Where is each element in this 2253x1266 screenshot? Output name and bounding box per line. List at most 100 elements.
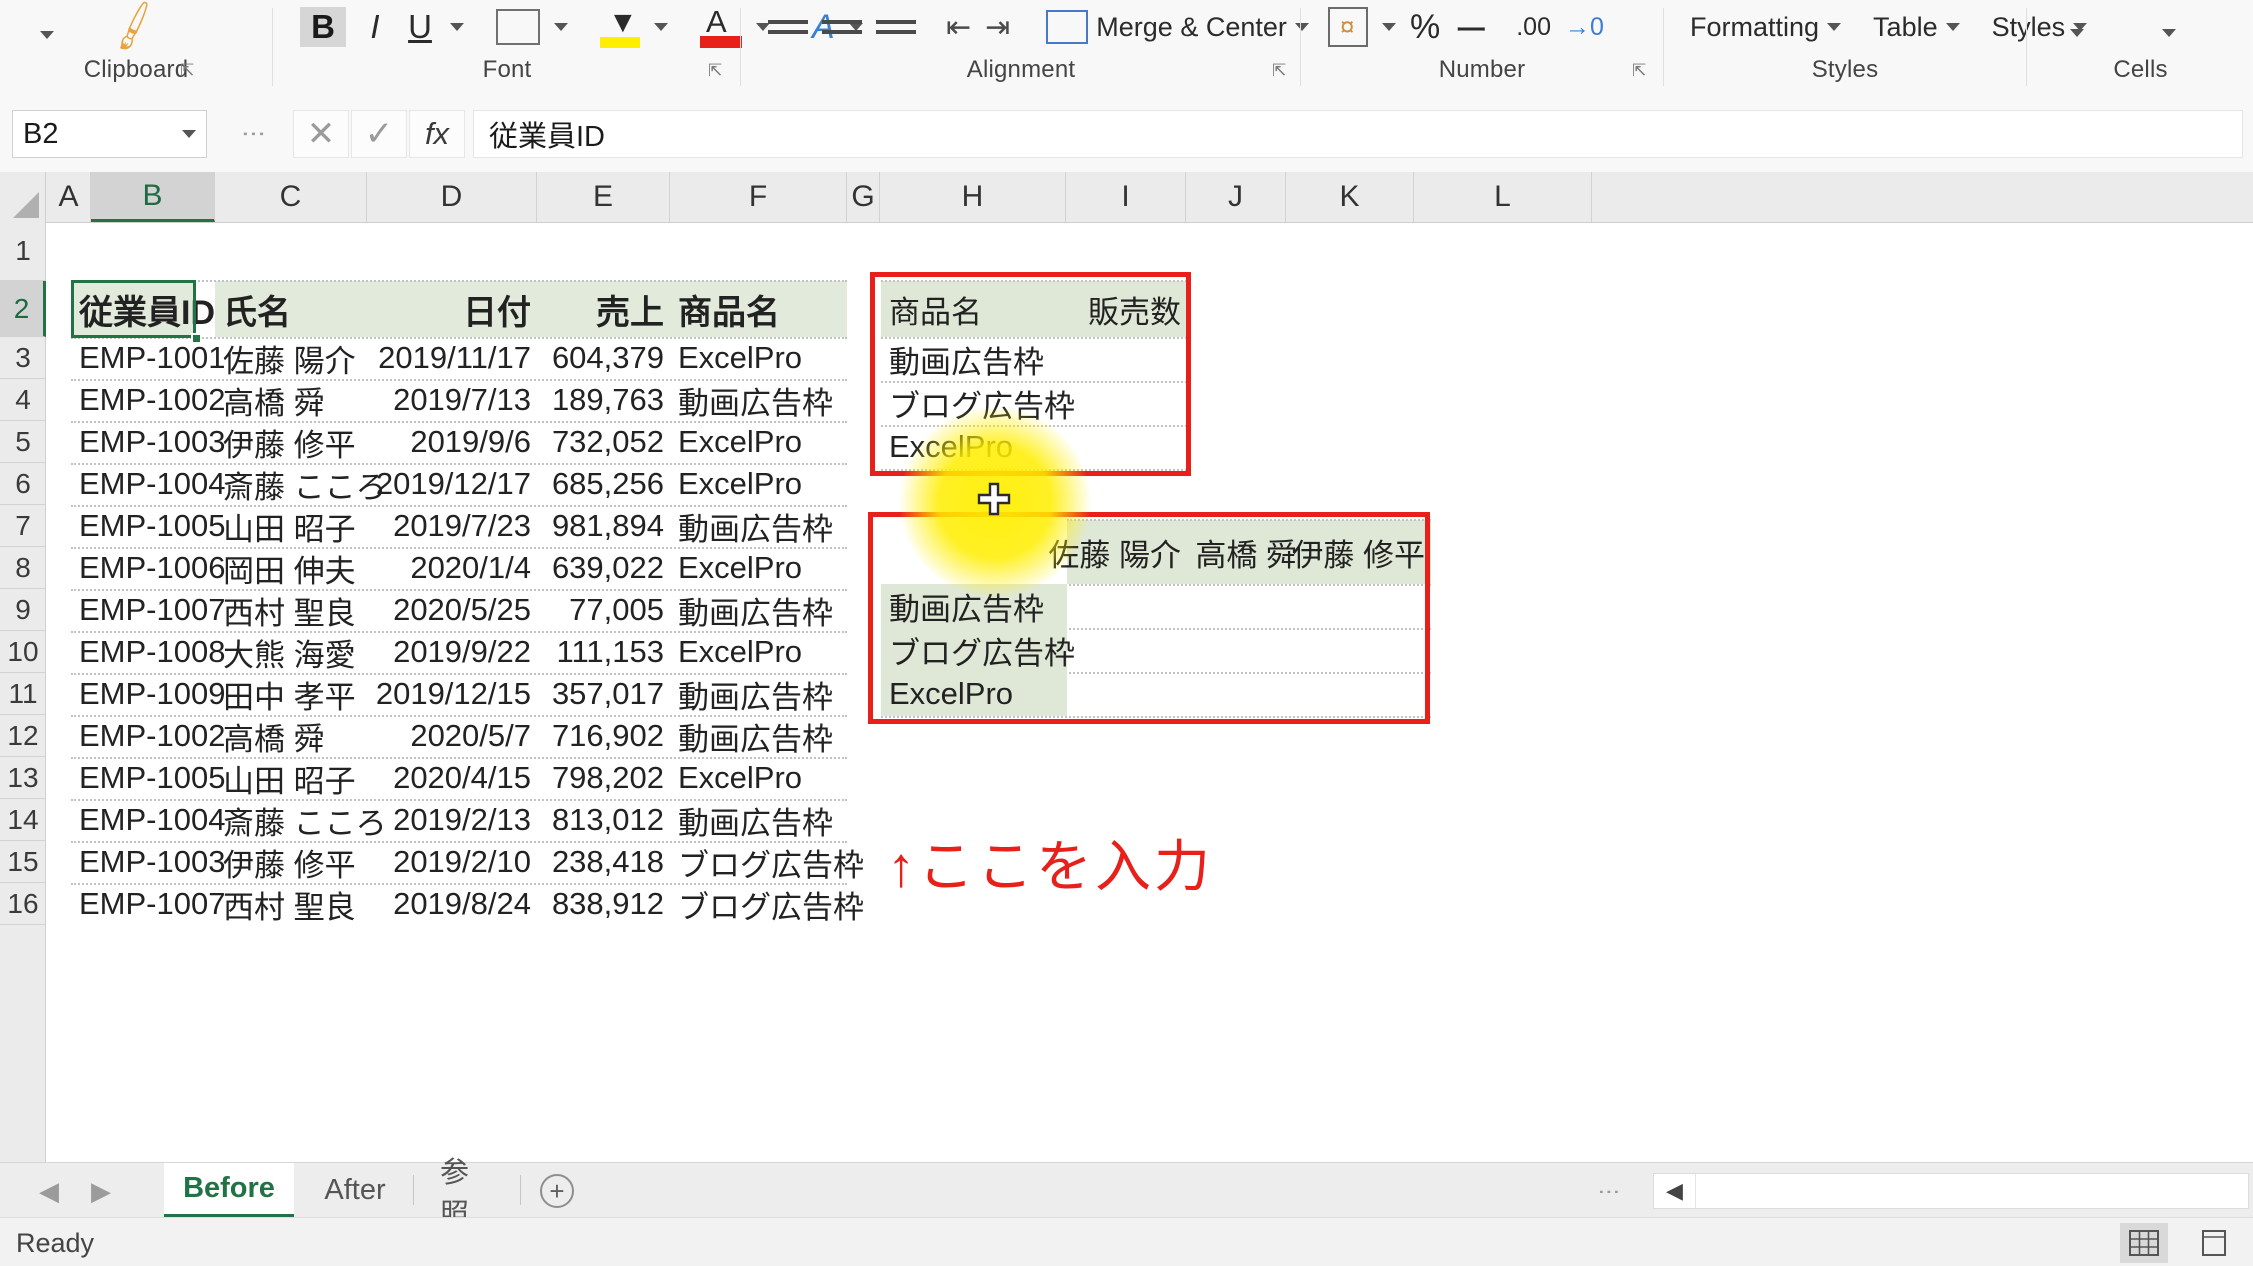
cell-D7[interactable]: 2019/7/23 xyxy=(367,505,537,547)
cell-F7[interactable]: 動画広告枠 xyxy=(670,505,860,547)
cell-C11[interactable]: 田中 孝平 xyxy=(215,673,367,715)
cell-F10[interactable]: ExcelPro xyxy=(670,631,860,673)
cell-D3[interactable]: 2019/11/17 xyxy=(367,337,537,379)
cell-E3[interactable]: 604,379 xyxy=(537,337,670,379)
select-all-corner-button[interactable] xyxy=(0,172,46,222)
name-box-dropdown-icon[interactable] xyxy=(182,130,196,138)
row-header-7[interactable]: 7 xyxy=(0,505,46,547)
sheet-tab-after[interactable]: After xyxy=(300,1163,410,1218)
cell-D4[interactable]: 2019/7/13 xyxy=(367,379,537,421)
summary2-row-header-2[interactable]: ExcelPro xyxy=(881,672,1067,716)
column-header-C[interactable]: C xyxy=(215,172,367,222)
cell-E12[interactable]: 716,902 xyxy=(537,715,670,757)
cell-F3[interactable]: ExcelPro xyxy=(670,337,860,379)
cell-B9[interactable]: EMP-1007 xyxy=(71,589,225,631)
cell-C2[interactable]: 氏名 xyxy=(215,281,367,337)
summary2-col-header-2[interactable]: 伊藤 修平 xyxy=(1292,520,1431,584)
summary1-header-count[interactable]: 販売数 xyxy=(1067,281,1187,337)
page-layout-view-button[interactable] xyxy=(2190,1223,2238,1263)
cell-C10[interactable]: 大熊 海愛 xyxy=(215,631,367,673)
cell-D14[interactable]: 2019/2/13 xyxy=(367,799,537,841)
clipboard-dialog-launcher-icon[interactable]: ⇱ xyxy=(180,62,198,80)
cell-B7[interactable]: EMP-1005 xyxy=(71,505,225,547)
cell-F4[interactable]: 動画広告枠 xyxy=(670,379,860,421)
cell-D12[interactable]: 2020/5/7 xyxy=(367,715,537,757)
cell-B5[interactable]: EMP-1003 xyxy=(71,421,225,463)
summary2-cell-1-0[interactable] xyxy=(1067,628,1187,672)
font-dialog-launcher-icon[interactable]: ⇱ xyxy=(708,62,726,80)
sheet-tab-sanshou[interactable]: 参照 xyxy=(418,1157,518,1231)
cell-E13[interactable]: 798,202 xyxy=(537,757,670,799)
cell-E6[interactable]: 685,256 xyxy=(537,463,670,505)
cell-E10[interactable]: 111,153 xyxy=(537,631,670,673)
column-header-E[interactable]: E xyxy=(537,172,670,222)
column-header-D[interactable]: D xyxy=(367,172,537,222)
summary2-cell-2-0[interactable] xyxy=(1067,672,1187,716)
row-header-11[interactable]: 11 xyxy=(0,673,46,715)
summary2-corner[interactable] xyxy=(881,520,1067,584)
summary1-row-0-count[interactable] xyxy=(1067,337,1187,381)
summary2-cell-1-2[interactable] xyxy=(1303,628,1431,672)
name-box[interactable]: B2 xyxy=(12,110,207,158)
fill-handle[interactable] xyxy=(191,333,202,344)
column-header-I[interactable]: I xyxy=(1066,172,1186,222)
column-header-B[interactable]: B xyxy=(91,172,215,222)
next-sheet-button[interactable]: ▶ xyxy=(86,1176,116,1206)
column-header-K[interactable]: K xyxy=(1286,172,1414,222)
summary1-header-product[interactable]: 商品名 xyxy=(881,281,1067,337)
cell-E5[interactable]: 732,052 xyxy=(537,421,670,463)
cell-C4[interactable]: 高橋 舜 xyxy=(215,379,367,421)
row-header-13[interactable]: 13 xyxy=(0,757,46,799)
summary1-row-2-product[interactable]: ExcelPro xyxy=(881,425,1067,469)
summary2-cell-2-1[interactable] xyxy=(1187,672,1303,716)
cell-C8[interactable]: 岡田 伸夫 xyxy=(215,547,367,589)
cell-F14[interactable]: 動画広告枠 xyxy=(670,799,860,841)
cell-F2[interactable]: 商品名 xyxy=(670,281,847,337)
formula-bar-grip[interactable]: ⋮ xyxy=(240,122,267,146)
cell-F15[interactable]: ブログ広告枠 xyxy=(670,841,880,883)
column-header-A[interactable]: A xyxy=(47,172,91,222)
cell-B6[interactable]: EMP-1004 xyxy=(71,463,225,505)
cell-C16[interactable]: 西村 聖良 xyxy=(215,883,367,925)
cell-B15[interactable]: EMP-1003 xyxy=(71,841,225,883)
cell-C5[interactable]: 伊藤 修平 xyxy=(215,421,367,463)
cell-D5[interactable]: 2019/9/6 xyxy=(367,421,537,463)
cell-B12[interactable]: EMP-1002 xyxy=(71,715,225,757)
cell-D8[interactable]: 2020/1/4 xyxy=(367,547,537,589)
cell-D6[interactable]: 2019/12/17 xyxy=(367,463,537,505)
cell-B11[interactable]: EMP-1009 xyxy=(71,673,225,715)
row-header-2[interactable]: 2 xyxy=(0,281,46,337)
cell-F13[interactable]: ExcelPro xyxy=(670,757,860,799)
number-dialog-launcher-icon[interactable]: ⇱ xyxy=(1632,62,1650,80)
cell-B8[interactable]: EMP-1006 xyxy=(71,547,225,589)
row-header-12[interactable]: 12 xyxy=(0,715,46,757)
cell-E7[interactable]: 981,894 xyxy=(537,505,670,547)
cell-C13[interactable]: 山田 昭子 xyxy=(215,757,367,799)
cell-D13[interactable]: 2020/4/15 xyxy=(367,757,537,799)
cell-D10[interactable]: 2019/9/22 xyxy=(367,631,537,673)
cell-F6[interactable]: ExcelPro xyxy=(670,463,860,505)
cell-D11[interactable]: 2019/12/15 xyxy=(367,673,537,715)
row-header-10[interactable]: 10 xyxy=(0,631,46,673)
cell-B16[interactable]: EMP-1007 xyxy=(71,883,225,925)
cell-F12[interactable]: 動画広告枠 xyxy=(670,715,860,757)
add-sheet-button[interactable]: + xyxy=(540,1174,574,1208)
column-header-G[interactable]: G xyxy=(847,172,880,222)
cell-F11[interactable]: 動画広告枠 xyxy=(670,673,860,715)
cell-E9[interactable]: 77,005 xyxy=(537,589,670,631)
cell-D16[interactable]: 2019/8/24 xyxy=(367,883,537,925)
summary2-cell-0-1[interactable] xyxy=(1187,584,1303,628)
cell-B3[interactable]: EMP-1001 xyxy=(71,337,225,379)
summary2-cell-1-1[interactable] xyxy=(1187,628,1303,672)
row-header-1[interactable]: 1 xyxy=(0,222,46,281)
cell-C15[interactable]: 伊藤 修平 xyxy=(215,841,367,883)
formula-input[interactable]: 従業員ID xyxy=(473,110,2243,158)
cell-E15[interactable]: 238,418 xyxy=(537,841,670,883)
cell-F5[interactable]: ExcelPro xyxy=(670,421,860,463)
cell-C14[interactable]: 斎藤 こころ xyxy=(215,799,387,841)
cell-B4[interactable]: EMP-1002 xyxy=(71,379,225,421)
cell-D2[interactable]: 日付 xyxy=(367,281,537,337)
cell-C3[interactable]: 佐藤 陽介 xyxy=(215,337,367,379)
summary2-cell-0-0[interactable] xyxy=(1067,584,1187,628)
cell-C6[interactable]: 斎藤 こころ xyxy=(215,463,387,505)
